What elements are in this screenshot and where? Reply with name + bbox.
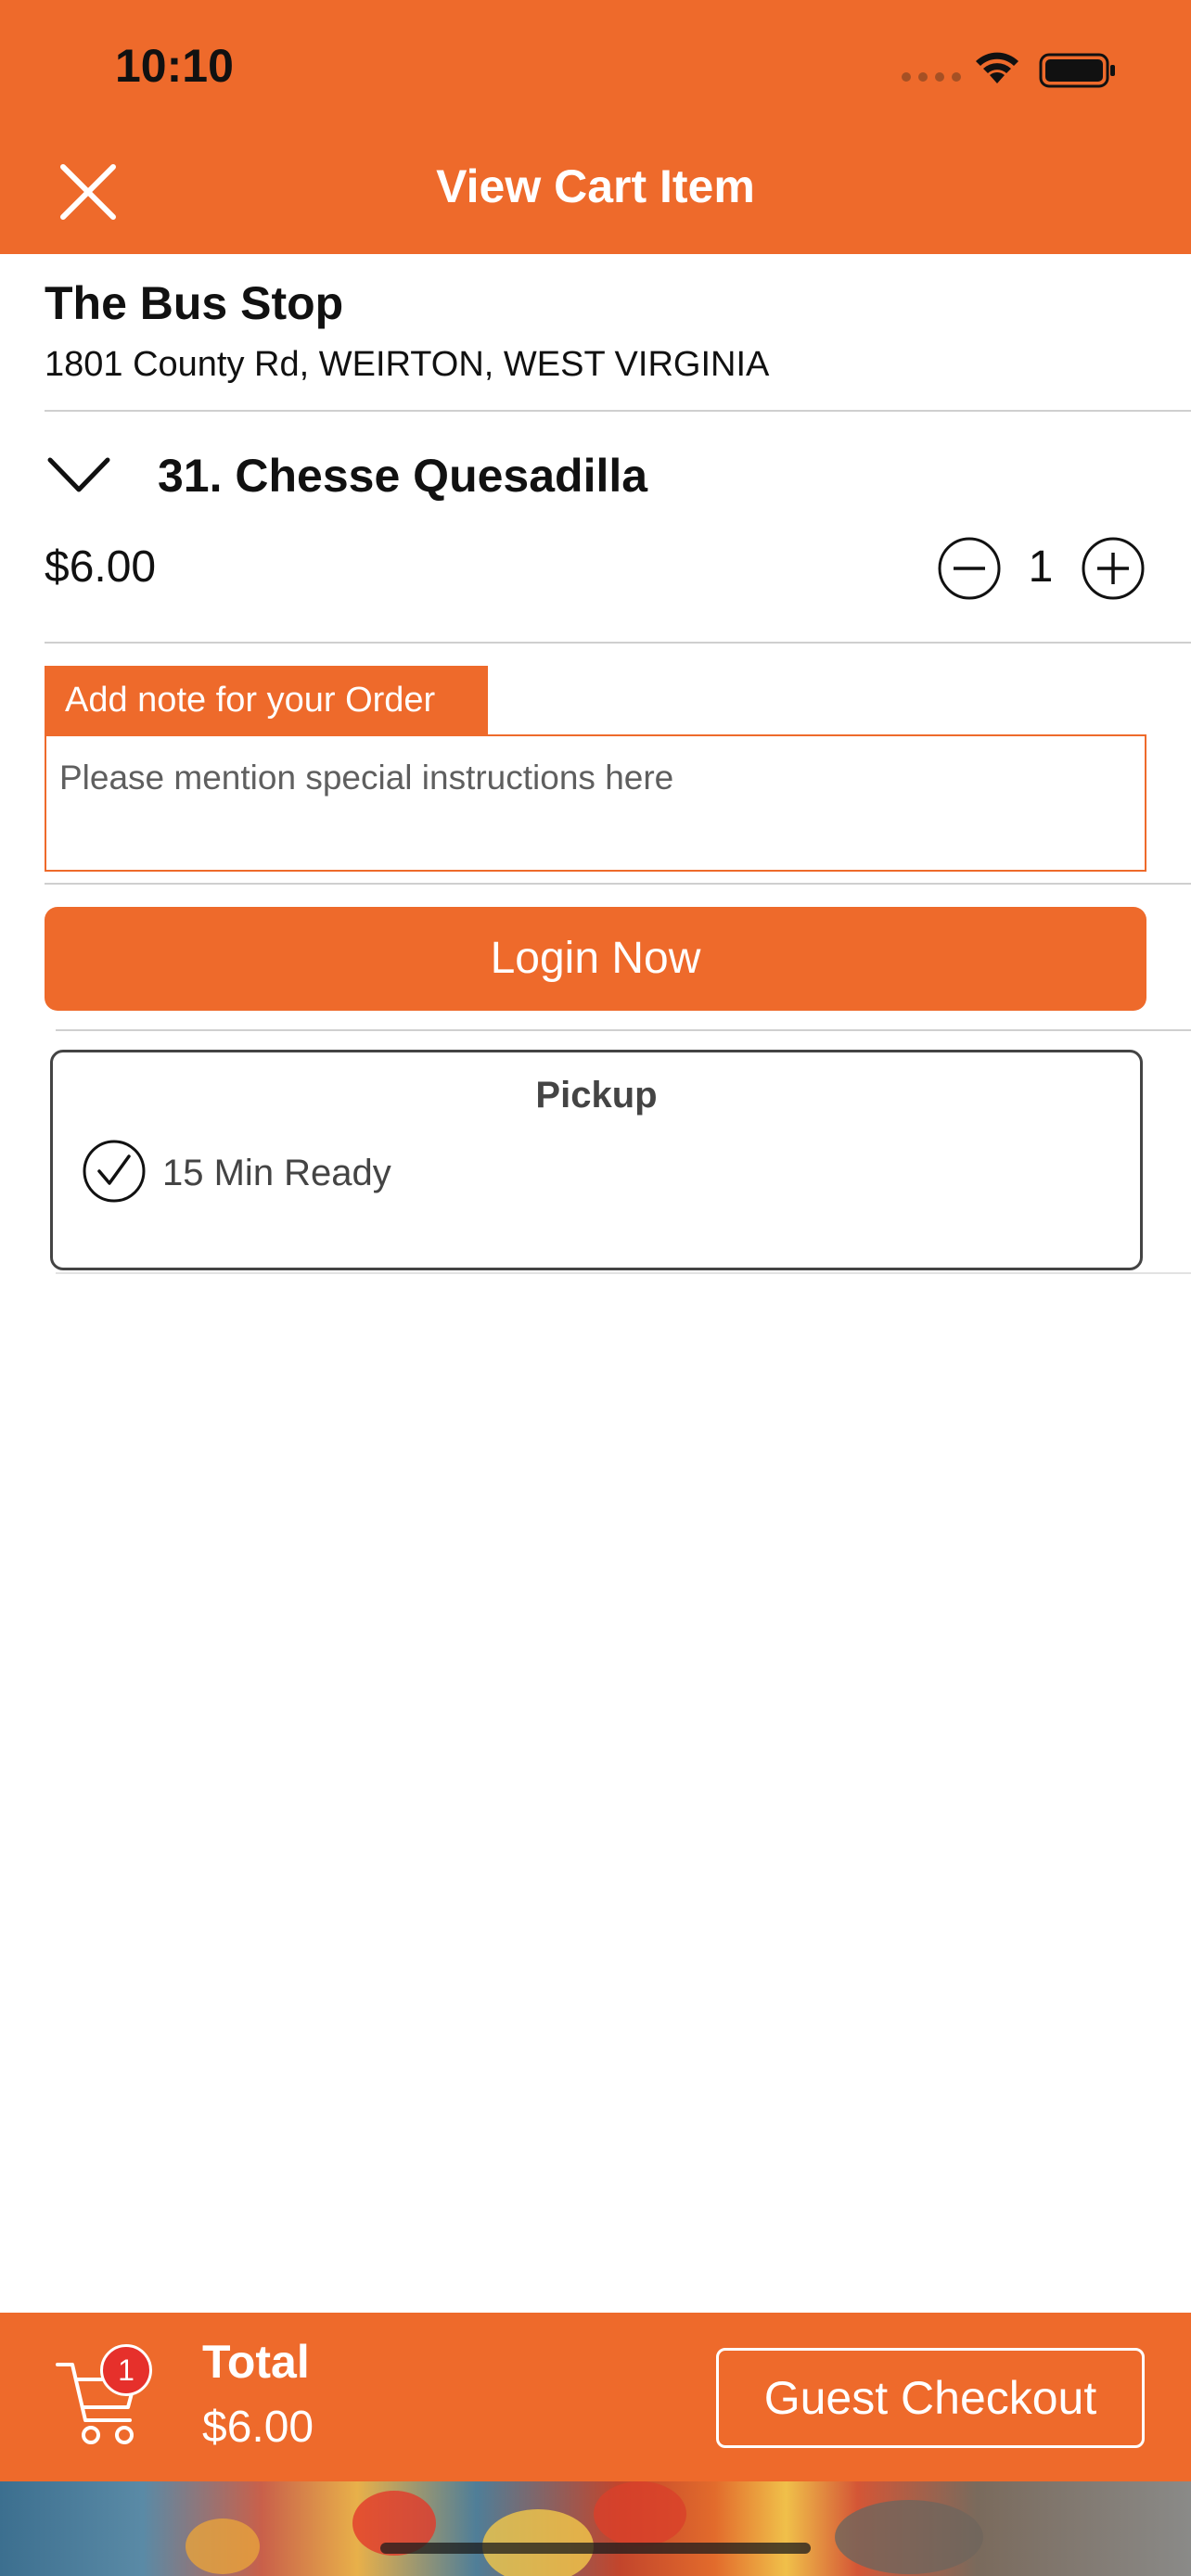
battery-icon xyxy=(1039,53,1115,88)
checkmark-circle-icon[interactable] xyxy=(81,1138,147,1205)
store-address: 1801 County Rd, WEIRTON, WEST VIRGINIA xyxy=(45,345,770,384)
divider xyxy=(56,1272,1191,1274)
login-button[interactable]: Login Now xyxy=(45,907,1146,1011)
decrease-quantity-button[interactable] xyxy=(937,536,1002,601)
quantity-value: 1 xyxy=(1028,542,1054,592)
total-value: $6.00 xyxy=(202,2403,314,2452)
guest-checkout-button[interactable]: Guest Checkout xyxy=(716,2348,1145,2448)
checkout-bar: 1 Total $6.00 Guest Checkout xyxy=(0,2313,1191,2481)
pickup-card: Pickup 15 Min Ready xyxy=(50,1050,1143,1270)
pickup-option-label: 15 Min Ready xyxy=(162,1153,391,1193)
divider xyxy=(45,642,1191,644)
divider xyxy=(56,1029,1191,1031)
divider xyxy=(45,410,1191,412)
home-indicator xyxy=(380,2543,811,2554)
order-note-input[interactable] xyxy=(45,734,1146,872)
status-time: 10:10 xyxy=(115,40,234,92)
cellular-signal-icon xyxy=(902,72,961,82)
navigation-bar: View Cart Item xyxy=(0,130,1191,254)
cart-count-badge: 1 xyxy=(100,2344,152,2396)
status-bar: 10:10 xyxy=(0,0,1191,130)
total-label: Total xyxy=(202,2336,310,2388)
divider xyxy=(45,883,1191,885)
note-label: Add note for your Order xyxy=(45,666,488,734)
increase-quantity-button[interactable] xyxy=(1081,536,1146,601)
pickup-title: Pickup xyxy=(535,1075,658,1116)
page-title: View Cart Item xyxy=(436,160,755,212)
item-name: 31. Chesse Quesadilla xyxy=(158,450,648,502)
background-food-image xyxy=(0,2481,1191,2576)
store-name: The Bus Stop xyxy=(45,277,344,329)
item-price: $6.00 xyxy=(45,542,157,592)
chevron-down-icon[interactable] xyxy=(46,454,111,495)
wifi-icon xyxy=(976,52,1018,83)
